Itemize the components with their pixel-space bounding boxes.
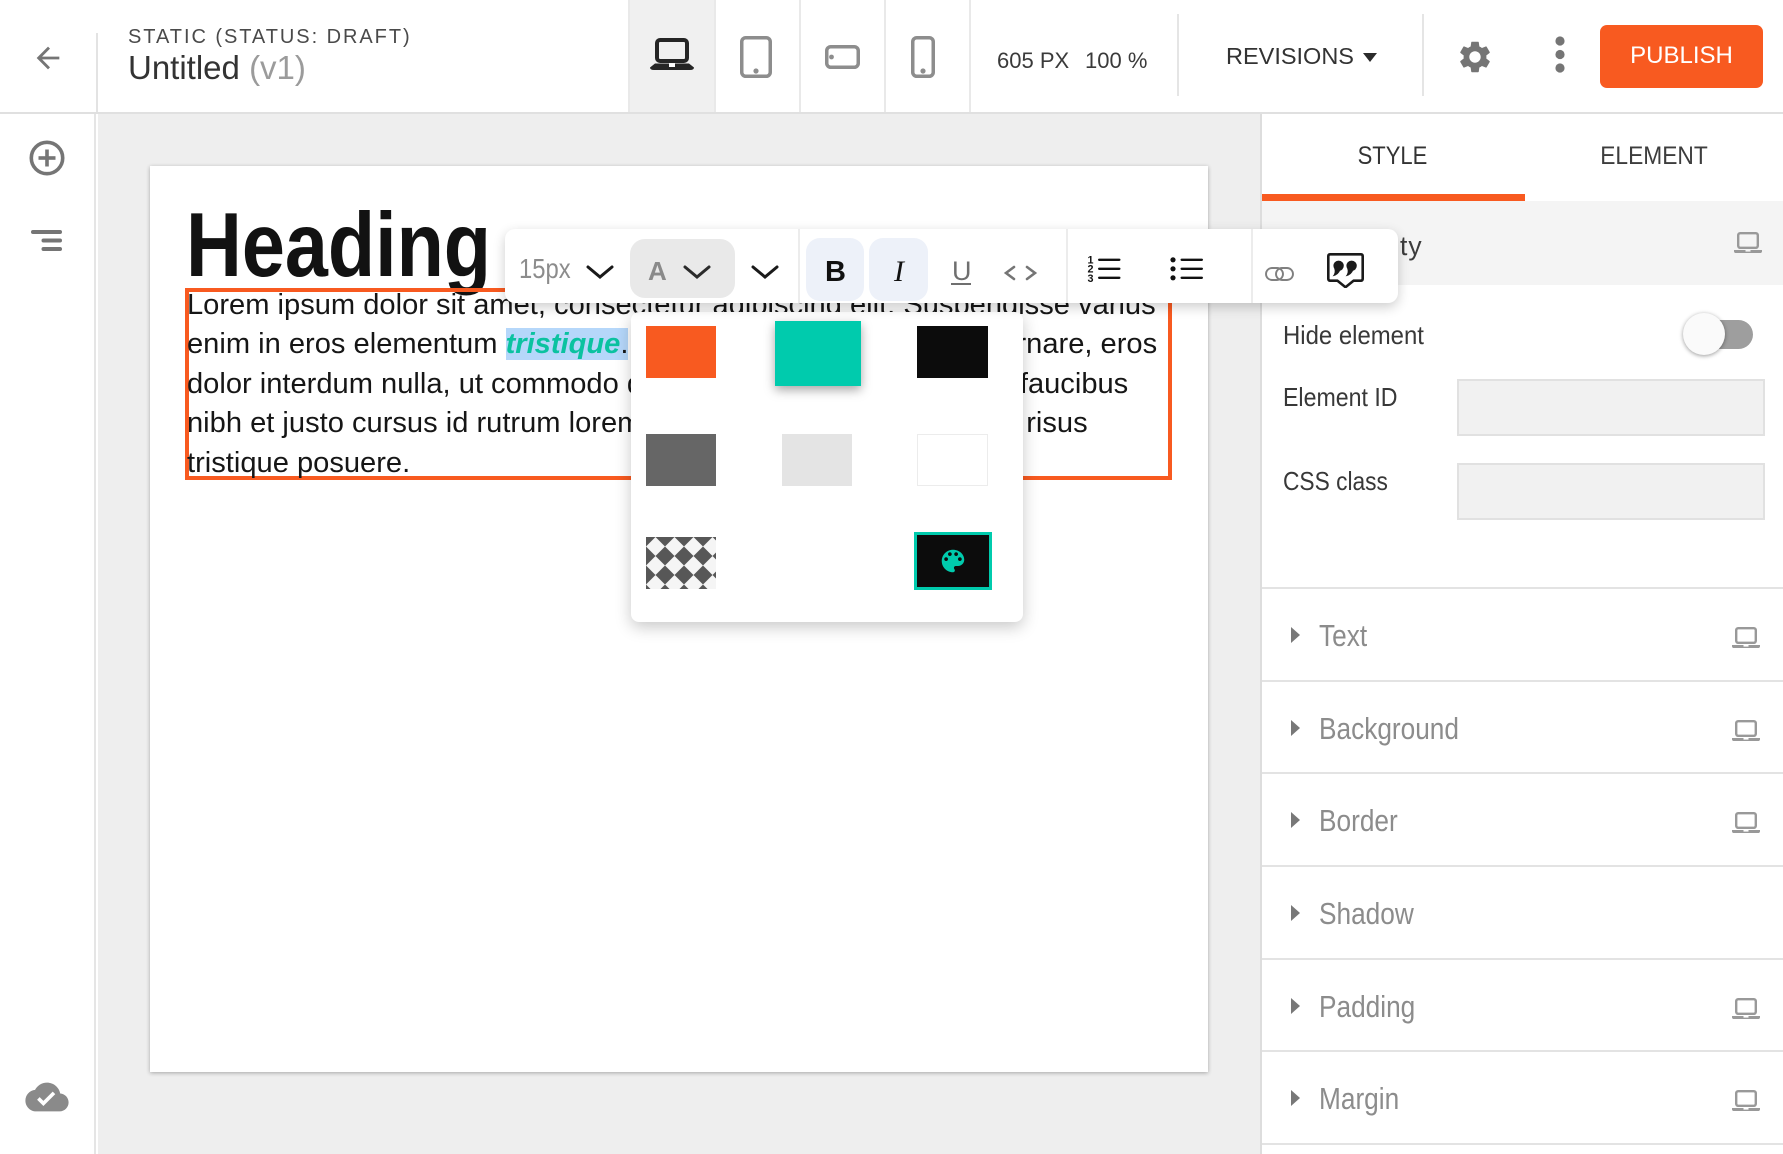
svg-text:3: 3 <box>1088 273 1094 283</box>
